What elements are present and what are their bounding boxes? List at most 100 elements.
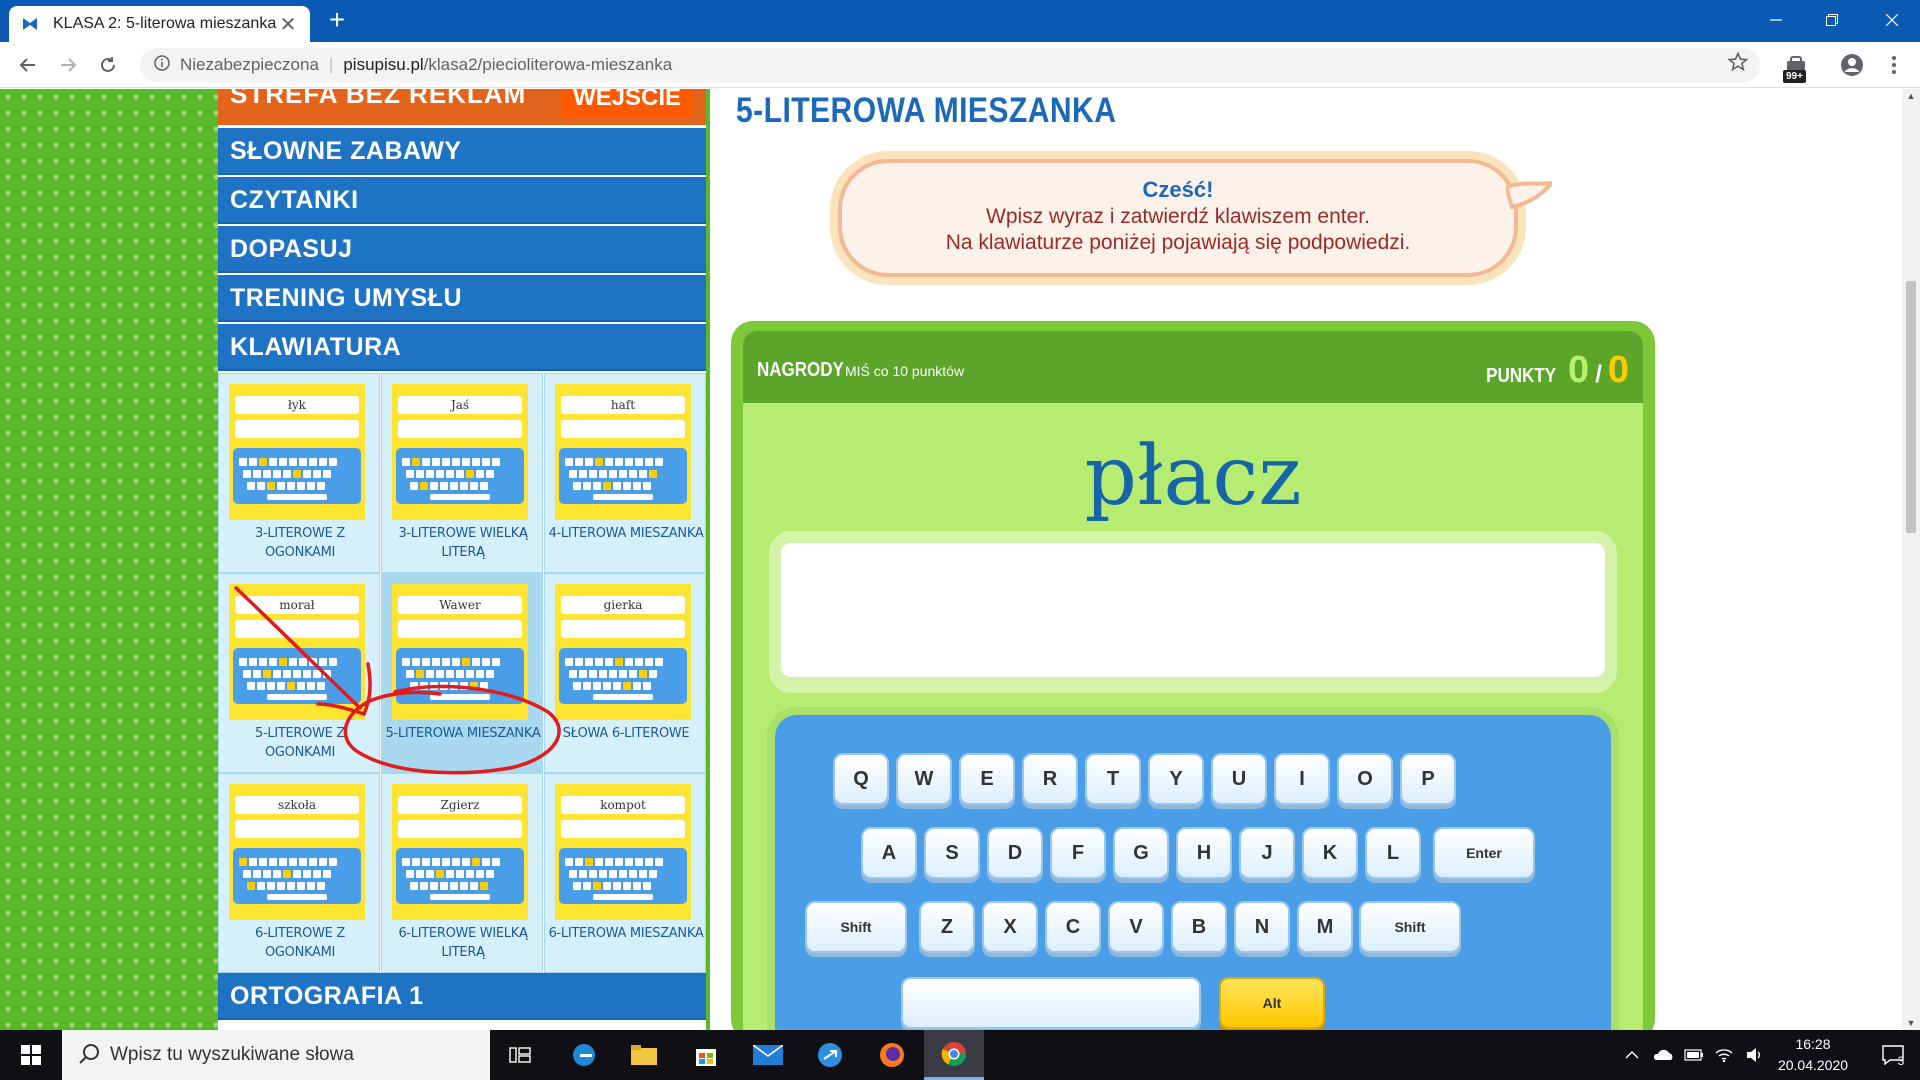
game-card[interactable]: haft 4-LITEROWA MIESZANKA xyxy=(544,373,706,573)
target-word: płacz xyxy=(1084,429,1302,524)
key-space[interactable] xyxy=(901,977,1201,1029)
key-shift[interactable]: Shift xyxy=(805,901,907,953)
key-w[interactable]: W xyxy=(896,753,952,805)
key-alt[interactable]: Alt xyxy=(1219,977,1325,1029)
key-r[interactable]: R xyxy=(1022,753,1078,805)
mail-icon[interactable] xyxy=(738,1030,798,1080)
key-f[interactable]: F xyxy=(1050,827,1106,879)
game-card[interactable]: szkoła 6-LITEROWE Z OGONKAMI xyxy=(218,773,380,973)
wifi-icon[interactable] xyxy=(1710,1030,1738,1080)
store-icon[interactable] xyxy=(676,1030,736,1080)
edge-icon[interactable] xyxy=(554,1030,614,1080)
firefox-icon[interactable] xyxy=(862,1030,922,1080)
extension-badge-count: 99+ xyxy=(1783,70,1806,83)
key-n[interactable]: N xyxy=(1234,901,1290,953)
game-thumbnail: haft xyxy=(555,384,691,520)
key-h[interactable]: H xyxy=(1176,827,1232,879)
game-card[interactable]: morał 5-LITEROWE Z OGONKAMI xyxy=(218,573,380,773)
task-view-icon[interactable] xyxy=(490,1030,550,1080)
thumbnail-input xyxy=(561,420,685,438)
key-z[interactable]: Z xyxy=(919,901,975,953)
game-card[interactable]: Jaś 3-LITEROWE WIELKĄ LITERĄ xyxy=(381,373,543,573)
tray-chevron-icon[interactable] xyxy=(1620,1030,1644,1080)
restore-icon[interactable] xyxy=(1804,0,1860,40)
key-q[interactable]: Q xyxy=(833,753,889,805)
key-a[interactable]: A xyxy=(861,827,917,879)
forward-icon[interactable] xyxy=(52,49,84,81)
page-scrollbar[interactable]: ▲ ▼ xyxy=(1902,89,1920,1030)
thumbnail-word: kompot xyxy=(561,796,685,814)
sidebar-item-klawiatura[interactable]: KLAWIATURA xyxy=(218,324,706,371)
game-card[interactable]: kompot 6-LITEROWA MIESZANKA xyxy=(544,773,706,973)
window-close-icon[interactable] xyxy=(1864,0,1920,40)
thunderbird-icon[interactable] xyxy=(800,1030,860,1080)
taskbar-search[interactable]: Wpisz tu wyszukiwane słowa xyxy=(62,1030,490,1080)
scroll-down-icon[interactable]: ▼ xyxy=(1902,1018,1920,1028)
game-card[interactable]: Wawer 5-LITEROWA MIESZANKA xyxy=(381,573,543,773)
volume-icon[interactable] xyxy=(1740,1030,1768,1080)
taskbar-clock[interactable]: 16:28 20.04.2020 xyxy=(1768,1034,1858,1076)
key-k[interactable]: K xyxy=(1302,827,1358,879)
new-tab-icon[interactable]: + xyxy=(322,6,352,36)
menu-icon[interactable] xyxy=(1878,49,1910,81)
game-card[interactable]: łyk 3-LITEROWE Z OGONKAMI xyxy=(218,373,380,573)
battery-icon[interactable] xyxy=(1680,1030,1708,1080)
key-shift[interactable]: Shift xyxy=(1359,901,1461,953)
windows-start-icon[interactable] xyxy=(0,1030,62,1080)
game-card-label: SŁOWA 6-LITEROWE xyxy=(562,726,690,741)
game-card[interactable]: gierka SŁOWA 6-LITEROWE xyxy=(544,573,706,773)
address-bar[interactable]: Niezabezpieczona | pisupisu.pl /klasa2/p… xyxy=(140,48,1760,82)
info-icon[interactable] xyxy=(154,54,170,76)
back-icon[interactable] xyxy=(12,49,44,81)
points-label: PUNKTY xyxy=(1485,365,1556,387)
file-explorer-icon[interactable] xyxy=(614,1030,674,1080)
key-e[interactable]: E xyxy=(959,753,1015,805)
key-b[interactable]: B xyxy=(1171,901,1227,953)
key-v[interactable]: V xyxy=(1108,901,1164,953)
browser-tab[interactable]: KLASA 2: 5-literowa mieszanka ✕ xyxy=(9,6,310,42)
answer-input[interactable] xyxy=(781,543,1605,677)
key-s[interactable]: S xyxy=(924,827,980,879)
key-enter[interactable]: Enter xyxy=(1433,827,1535,879)
sidebar-item-trening-umyslu[interactable]: TRENING UMYSŁU xyxy=(218,275,706,322)
key-d[interactable]: D xyxy=(987,827,1043,879)
notification-center[interactable]: 3 xyxy=(1866,1030,1920,1080)
thumbnail-keyboard xyxy=(233,448,361,504)
key-x[interactable]: X xyxy=(982,901,1038,953)
key-t[interactable]: T xyxy=(1085,753,1141,805)
onedrive-icon[interactable] xyxy=(1648,1030,1678,1080)
sidebar-item-czytanki[interactable]: CZYTANKI xyxy=(218,177,706,224)
bookmark-star-icon[interactable] xyxy=(1727,51,1749,78)
key-i[interactable]: I xyxy=(1274,753,1330,805)
clock-time: 16:28 xyxy=(1795,1036,1831,1052)
thumbnail-input xyxy=(235,420,359,438)
key-g[interactable]: G xyxy=(1113,827,1169,879)
key-c[interactable]: C xyxy=(1045,901,1101,953)
key-o[interactable]: O xyxy=(1337,753,1393,805)
key-m[interactable]: M xyxy=(1297,901,1353,953)
key-l[interactable]: L xyxy=(1365,827,1421,879)
sidebar-item-dopasuj[interactable]: DOPASUJ xyxy=(218,226,706,273)
security-label: Niezabezpieczona xyxy=(180,55,319,74)
chrome-icon[interactable] xyxy=(924,1030,984,1080)
thumbnail-keyboard xyxy=(396,848,524,904)
sidebar-item-slowne-zabawy[interactable]: SŁOWNE ZABAWY xyxy=(218,128,706,175)
key-u[interactable]: U xyxy=(1211,753,1267,805)
key-p[interactable]: P xyxy=(1400,753,1456,805)
key-y[interactable]: Y xyxy=(1148,753,1204,805)
scroll-up-icon[interactable]: ▲ xyxy=(1902,91,1920,101)
game-thumbnail: Jaś xyxy=(392,384,528,520)
tab-close-icon[interactable]: ✕ xyxy=(278,12,298,37)
tab-title: KLASA 2: 5-literowa mieszanka xyxy=(53,15,277,32)
points-slash: / xyxy=(1595,361,1602,388)
scroll-thumb[interactable] xyxy=(1906,281,1916,533)
minimize-icon[interactable] xyxy=(1748,0,1804,40)
sidebar-item-ortografia[interactable]: ORTOGRAFIA 1 xyxy=(218,973,706,1020)
thumbnail-input xyxy=(398,620,522,638)
key-j[interactable]: J xyxy=(1239,827,1295,879)
game-card[interactable]: Zgierz 6-LITEROWE WIELKĄ LITERĄ xyxy=(381,773,543,973)
promo-enter-button[interactable]: WEJŚCIE xyxy=(562,89,692,117)
game-thumbnail: łyk xyxy=(229,384,365,520)
profile-avatar-icon[interactable] xyxy=(1836,49,1868,81)
reload-icon[interactable] xyxy=(92,49,124,81)
